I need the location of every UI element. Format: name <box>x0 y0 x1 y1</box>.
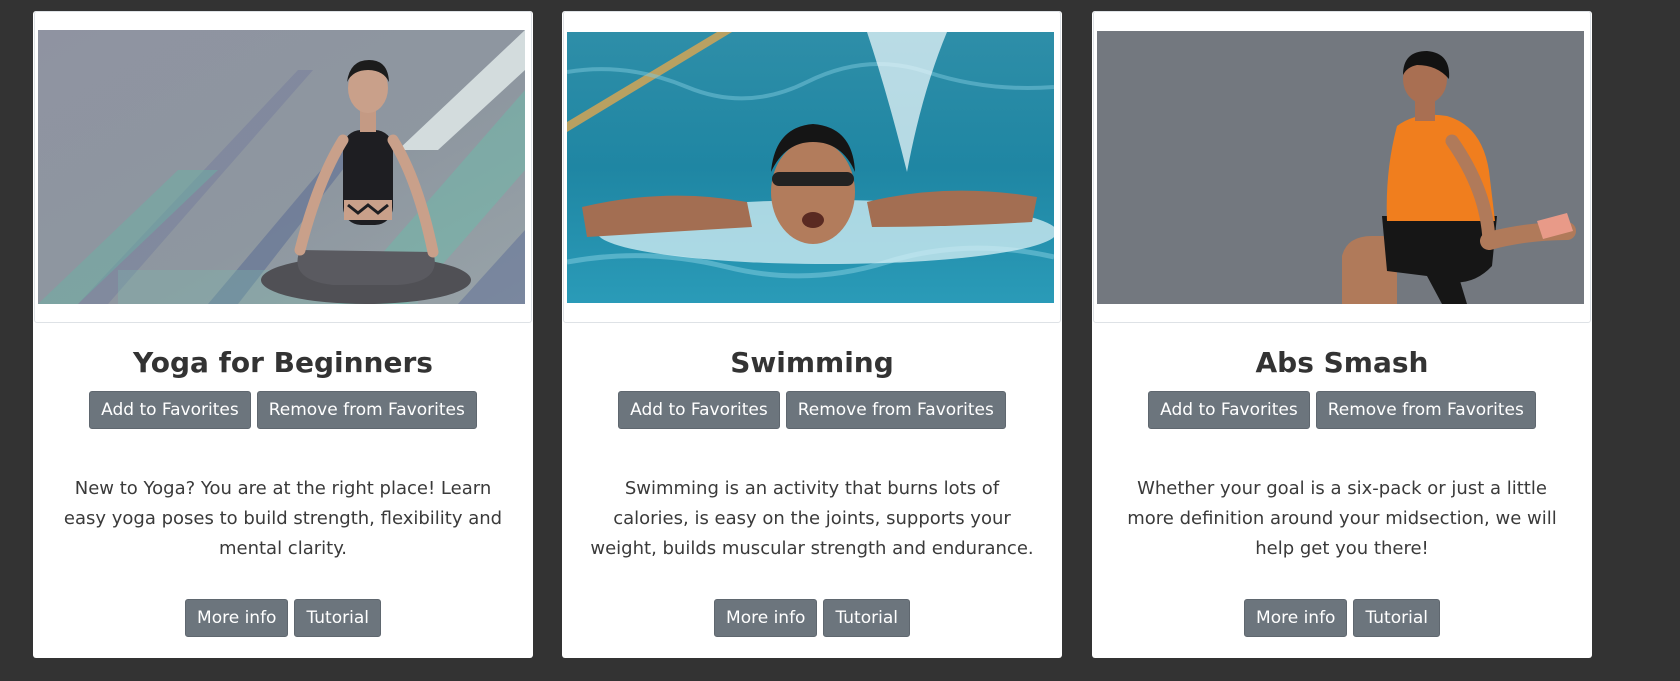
abs-smash-image <box>1097 31 1584 304</box>
more-info-button[interactable]: More info <box>1244 599 1348 637</box>
card-actions: More info Tutorial <box>1092 599 1592 637</box>
card-title: Abs Smash <box>1255 346 1429 379</box>
add-to-favorites-button[interactable]: Add to Favorites <box>89 391 251 429</box>
card-description: New to Yoga? You are at the right place!… <box>63 478 503 559</box>
more-info-button[interactable]: More info <box>185 599 289 637</box>
favorites-actions: Add to Favorites Remove from Favorites <box>1092 391 1592 429</box>
workout-card-swimming: Swimming Add to Favorites Remove from Fa… <box>562 11 1062 658</box>
swimming-image <box>567 32 1054 303</box>
workout-card-yoga: Yoga for Beginners Add to Favorites Remo… <box>33 11 533 658</box>
tutorial-button[interactable]: Tutorial <box>1353 599 1440 637</box>
card-description: Whether your goal is a six-pack or just … <box>1127 478 1557 559</box>
favorites-actions: Add to Favorites Remove from Favorites <box>562 391 1062 429</box>
add-to-favorites-button[interactable]: Add to Favorites <box>1148 391 1310 429</box>
yoga-image <box>38 30 525 304</box>
add-to-favorites-button[interactable]: Add to Favorites <box>618 391 780 429</box>
remove-from-favorites-button[interactable]: Remove from Favorites <box>785 391 1006 429</box>
card-description: Swimming is an activity that burns lots … <box>590 478 1034 559</box>
remove-from-favorites-button[interactable]: Remove from Favorites <box>1315 391 1536 429</box>
tutorial-button[interactable]: Tutorial <box>823 599 910 637</box>
workout-card-abs-smash: Abs Smash Add to Favorites Remove from F… <box>1092 11 1592 658</box>
card-title: Yoga for Beginners <box>133 346 433 379</box>
remove-from-favorites-button[interactable]: Remove from Favorites <box>256 391 477 429</box>
card-actions: More info Tutorial <box>33 599 533 637</box>
favorites-actions: Add to Favorites Remove from Favorites <box>33 391 533 429</box>
card-title: Swimming <box>730 346 894 379</box>
more-info-button[interactable]: More info <box>714 599 818 637</box>
tutorial-button[interactable]: Tutorial <box>294 599 381 637</box>
card-actions: More info Tutorial <box>562 599 1062 637</box>
